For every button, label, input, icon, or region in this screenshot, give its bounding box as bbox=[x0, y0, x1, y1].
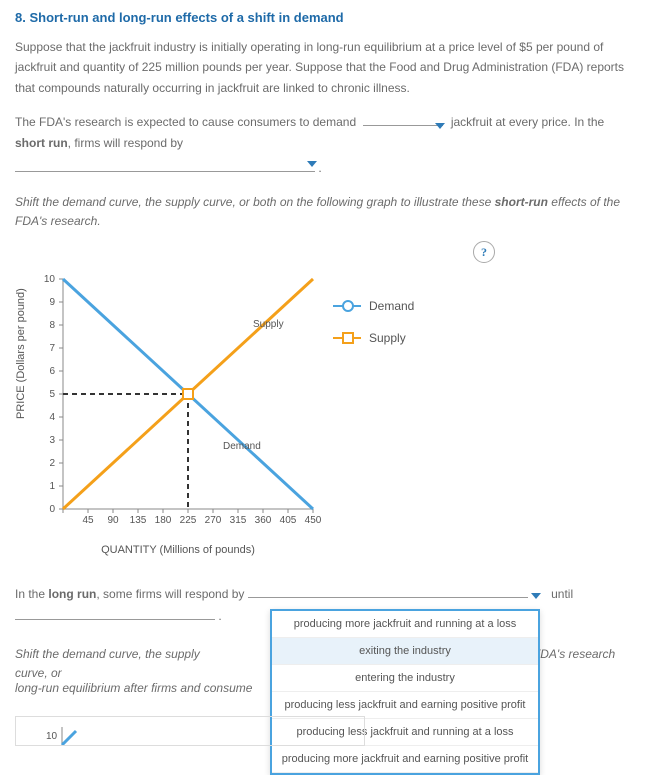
xtick: 90 bbox=[107, 515, 119, 526]
ytick: 10 bbox=[44, 274, 56, 285]
ytick: 7 bbox=[49, 343, 55, 354]
xtick: 270 bbox=[205, 515, 222, 526]
legend-label: Supply bbox=[369, 331, 406, 345]
legend-label: Demand bbox=[369, 299, 414, 313]
ytick: 8 bbox=[49, 320, 55, 331]
chart-legend: Demand Supply bbox=[333, 299, 443, 363]
chevron-down-icon bbox=[307, 161, 317, 167]
legend-supply[interactable]: Supply bbox=[333, 331, 443, 345]
chart-svg[interactable]: 0 1 2 3 4 5 6 7 8 9 10 45 90 bbox=[33, 269, 323, 539]
help-button[interactable]: ? bbox=[473, 241, 495, 263]
dropdown-blank-2[interactable] bbox=[15, 171, 315, 172]
ytick: 3 bbox=[49, 435, 55, 446]
xtick: 315 bbox=[230, 515, 247, 526]
xtick: 405 bbox=[280, 515, 297, 526]
ytick: 4 bbox=[49, 412, 55, 423]
question-title: 8. Short-run and long-run effects of a s… bbox=[15, 10, 631, 25]
xtick: 135 bbox=[130, 515, 147, 526]
dropdown-option[interactable]: producing less jackfruit and earning pos… bbox=[272, 692, 538, 719]
text-span: Shift the demand curve, the supply curve… bbox=[15, 195, 495, 209]
dropdown-option[interactable]: exiting the industry bbox=[272, 638, 538, 665]
dropdown-blank-3[interactable] bbox=[248, 597, 528, 598]
text-span: Shift the demand curve, the supply curve… bbox=[15, 645, 216, 683]
ytick: 6 bbox=[49, 366, 55, 377]
y-axis-label: PRICE (Dollars per pound) bbox=[15, 407, 27, 419]
demand-marker-icon bbox=[333, 305, 361, 307]
dropdown-option[interactable]: producing more jackfruit and earning pos… bbox=[272, 746, 538, 773]
text-span: In the bbox=[15, 587, 48, 601]
chevron-down-icon bbox=[435, 123, 445, 129]
bold: short-run bbox=[495, 195, 548, 209]
equilibrium-handle[interactable] bbox=[183, 389, 193, 399]
ytick: 1 bbox=[49, 481, 55, 492]
x-axis-label: QUANTITY (Millions of pounds) bbox=[33, 544, 323, 556]
ytick: 9 bbox=[49, 297, 55, 308]
supply-demand-graph[interactable]: PRICE (Dollars per pound) 0 1 2 3 4 bbox=[15, 269, 631, 556]
ytick: 0 bbox=[49, 504, 55, 515]
bold-long-run: long run bbox=[48, 587, 96, 601]
dropdown-option[interactable]: entering the industry bbox=[272, 665, 538, 692]
problem-paragraph-1: Suppose that the jackfruit industry is i… bbox=[15, 37, 631, 98]
demand-label: Demand bbox=[223, 441, 261, 452]
text-span: , some firms will respond by bbox=[96, 587, 244, 601]
xtick: 45 bbox=[82, 515, 94, 526]
xtick: 180 bbox=[155, 515, 172, 526]
xtick: 450 bbox=[305, 515, 322, 526]
supply-marker-icon bbox=[333, 337, 361, 339]
fill-blank-line-1: The FDA's research is expected to cause … bbox=[15, 112, 631, 153]
dropdown-menu[interactable]: producing more jackfruit and running at … bbox=[270, 609, 540, 775]
dropdown-blank-1[interactable] bbox=[363, 125, 443, 126]
second-graph-peek[interactable]: 10 bbox=[15, 716, 365, 746]
xtick: 360 bbox=[255, 515, 272, 526]
period: . bbox=[318, 161, 321, 175]
graph-instruction-1: Shift the demand curve, the supply curve… bbox=[15, 193, 631, 231]
dropdown-blank-4[interactable] bbox=[15, 619, 215, 620]
text-span: jackfruit at every price. In the bbox=[451, 115, 604, 129]
xtick: 225 bbox=[180, 515, 197, 526]
text-span: The FDA's research is expected to cause … bbox=[15, 115, 356, 129]
dropdown-option[interactable]: producing more jackfruit and running at … bbox=[272, 611, 538, 638]
chevron-down-icon bbox=[531, 593, 541, 599]
text-span: until bbox=[551, 587, 573, 601]
bold-short-run: short run bbox=[15, 136, 68, 150]
demand-peek bbox=[62, 731, 76, 745]
text-span: , firms will respond by bbox=[68, 136, 183, 150]
ytick-peek: 10 bbox=[46, 731, 58, 742]
supply-label: Supply bbox=[253, 319, 284, 330]
ytick: 5 bbox=[49, 389, 55, 400]
ytick: 2 bbox=[49, 458, 55, 469]
legend-demand[interactable]: Demand bbox=[333, 299, 443, 313]
